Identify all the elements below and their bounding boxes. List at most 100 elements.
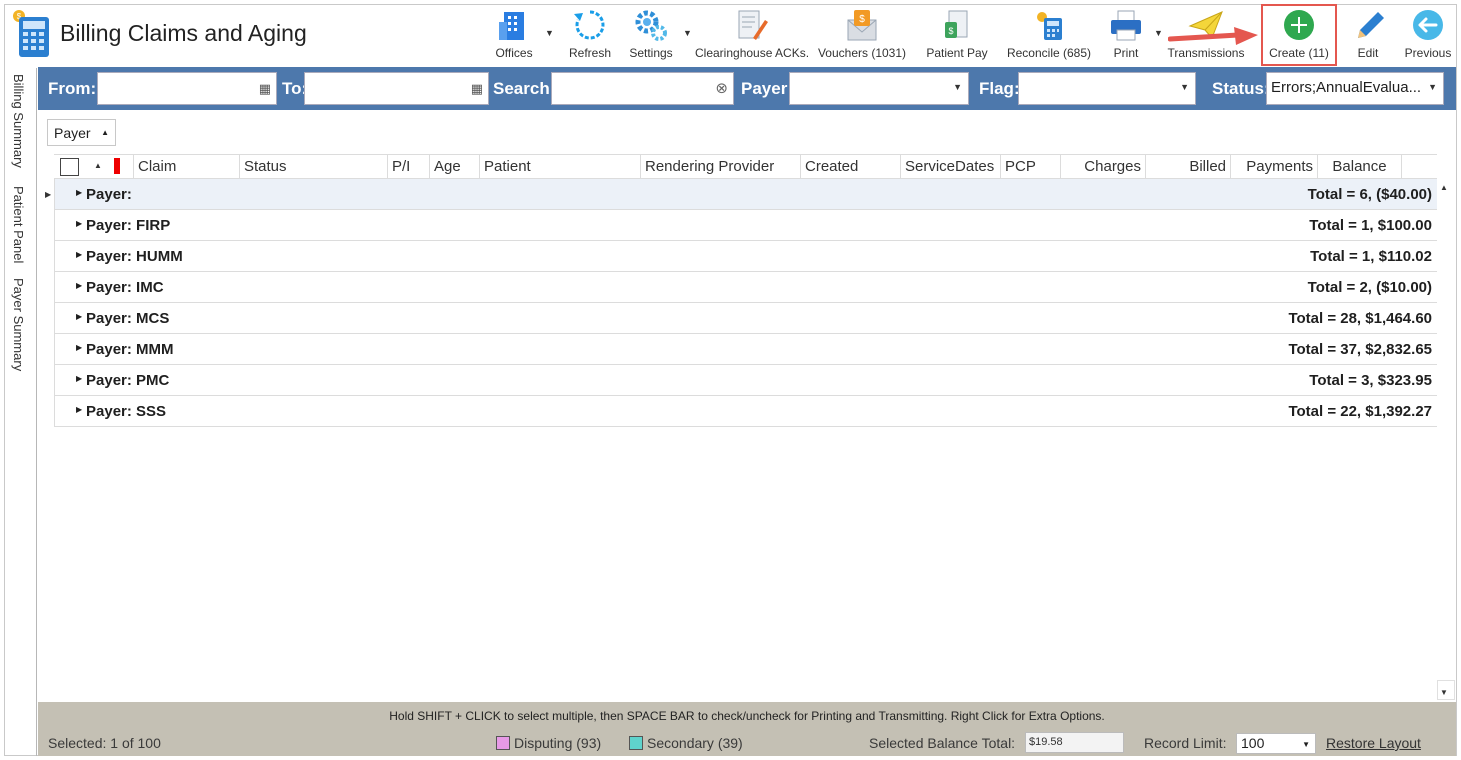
select-all-checkbox[interactable] xyxy=(60,158,79,176)
selected-balance-label: Selected Balance Total: xyxy=(869,735,1016,751)
tab-patient-panel[interactable]: Patient Panel xyxy=(11,186,26,263)
group-row[interactable]: ▶ Payer: MMM Total = 37, $2,832.65 xyxy=(55,334,1437,365)
flag-select[interactable]: ▼ xyxy=(1018,72,1196,105)
group-name: Payer: MCS xyxy=(86,310,170,327)
expand-icon[interactable]: ▶ xyxy=(76,312,82,321)
tab-billing-summary[interactable]: Billing Summary xyxy=(11,74,26,168)
flag-label: Flag: xyxy=(979,79,1020,98)
scroll-down-icon[interactable]: ▼ xyxy=(1440,688,1448,697)
column-age[interactable]: Age xyxy=(430,155,480,179)
expand-icon[interactable]: ▶ xyxy=(76,281,82,290)
group-total: Total = 2, ($10.00) xyxy=(1307,279,1432,296)
sort-ascending-icon: ▲ xyxy=(101,128,109,137)
chevron-down-icon: ▼ xyxy=(1428,82,1437,92)
group-row[interactable]: ▶ Payer: SSS Total = 22, $1,392.27 xyxy=(55,396,1437,427)
selection-hint: Hold SHIFT + CLICK to select multiple, t… xyxy=(389,709,1105,723)
record-limit-value: 100 xyxy=(1241,735,1265,751)
print-icon xyxy=(1111,10,1141,41)
group-total: Total = 1, $100.00 xyxy=(1309,217,1432,234)
sort-ascending-icon[interactable]: ▲ xyxy=(94,161,102,170)
from-date-input[interactable]: ▦ xyxy=(97,72,277,105)
restore-layout-link[interactable]: Restore Layout xyxy=(1326,735,1421,751)
print-button[interactable]: Print xyxy=(1104,5,1148,63)
print-label: Print xyxy=(1113,46,1139,60)
status-footer: Hold SHIFT + CLICK to select multiple, t… xyxy=(38,702,1456,756)
clearinghouse-acks-button[interactable]: Clearinghouse ACKs. xyxy=(695,5,809,63)
expand-icon[interactable]: ▶ xyxy=(76,343,82,352)
scroll-up-icon[interactable]: ▲ xyxy=(1440,183,1448,192)
record-limit-label: Record Limit: xyxy=(1144,735,1227,751)
group-row[interactable]: ▶ Payer: PMC Total = 3, $323.95 xyxy=(55,365,1437,396)
filter-bar: From: ▦ To: ▦ Search: ⊗ Payer: ▼ Flag: ▼… xyxy=(38,67,1456,110)
offices-dropdown-caret[interactable]: ▼ xyxy=(545,28,554,38)
calendar-icon[interactable]: ▦ xyxy=(471,81,483,97)
column-pcp[interactable]: PCP xyxy=(1001,155,1061,179)
tab-payer-summary[interactable]: Payer Summary xyxy=(11,278,26,371)
record-limit-select[interactable]: 100 ▼ xyxy=(1236,733,1316,754)
status-select[interactable]: Errors;AnnualEvalua... ▼ xyxy=(1266,72,1444,105)
expand-icon[interactable]: ▶ xyxy=(76,250,82,259)
current-row-indicator-icon: ▶ xyxy=(45,190,52,199)
previous-icon xyxy=(1413,10,1443,40)
column-payments[interactable]: Payments xyxy=(1231,155,1318,179)
group-by-payer-chip[interactable]: Payer ▲ xyxy=(47,119,116,146)
settings-dropdown-caret[interactable]: ▼ xyxy=(683,28,692,38)
expand-icon[interactable]: ▶ xyxy=(76,188,82,197)
group-row[interactable]: ▶ Payer: IMC Total = 2, ($10.00) xyxy=(55,272,1437,303)
group-name: Payer: FIRP xyxy=(86,217,171,234)
group-total: Total = 22, $1,392.27 xyxy=(1288,403,1432,420)
to-date-input[interactable]: ▦ xyxy=(304,72,489,105)
column-rendering-provider[interactable]: Rendering Provider xyxy=(641,155,801,179)
grid-header: ▲ Claim Status P/I Age Patient Rendering… xyxy=(54,154,1437,179)
calendar-icon[interactable]: ▦ xyxy=(259,81,271,97)
column-service-dates[interactable]: ServiceDates xyxy=(901,155,1001,179)
group-name: Payer: IMC xyxy=(86,279,164,296)
vouchers-button[interactable]: $ Vouchers (1031) xyxy=(816,5,908,63)
expand-icon[interactable]: ▶ xyxy=(76,219,82,228)
group-name: Payer: SSS xyxy=(86,403,167,420)
side-panel-tabs: Billing Summary Patient Panel Payer Summ… xyxy=(5,68,37,756)
patient-pay-icon: $ xyxy=(945,10,968,38)
column-created[interactable]: Created xyxy=(801,155,901,179)
group-total: Total = 3, $323.95 xyxy=(1309,372,1432,389)
group-row[interactable]: ▶ Payer: FIRP Total = 1, $100.00 xyxy=(55,210,1437,241)
from-label: From: xyxy=(48,79,97,98)
group-row[interactable]: ▶ Payer: Total = 6, ($40.00) xyxy=(55,179,1437,210)
expand-icon[interactable]: ▶ xyxy=(76,374,82,383)
offices-icon xyxy=(499,12,524,40)
payer-select[interactable]: ▼ xyxy=(789,72,969,105)
group-name: Payer: MMM xyxy=(86,341,174,358)
offices-button[interactable]: Offices xyxy=(488,5,540,63)
column-pi[interactable]: P/I xyxy=(388,155,430,179)
column-patient[interactable]: Patient xyxy=(480,155,641,179)
secondary-legend: Secondary (39) xyxy=(629,735,743,751)
previous-button[interactable]: Previous xyxy=(1400,5,1456,63)
patient-pay-label: Patient Pay xyxy=(926,46,988,60)
patient-pay-button[interactable]: $ Patient Pay xyxy=(922,5,992,63)
column-billed[interactable]: Billed xyxy=(1146,155,1231,179)
search-input[interactable]: ⊗ xyxy=(551,72,734,105)
reconcile-button[interactable]: Reconcile (685) xyxy=(1004,5,1094,63)
previous-label: Previous xyxy=(1404,46,1452,60)
print-dropdown-caret[interactable]: ▼ xyxy=(1154,28,1163,38)
offices-label: Offices xyxy=(495,46,533,60)
column-charges[interactable]: Charges xyxy=(1061,155,1146,179)
disputing-legend: Disputing (93) xyxy=(496,735,601,751)
vouchers-label: Vouchers (1031) xyxy=(817,46,907,60)
clear-icon[interactable]: ⊗ xyxy=(715,79,728,97)
expand-icon[interactable]: ▶ xyxy=(76,405,82,414)
column-balance[interactable]: Balance xyxy=(1318,155,1402,179)
column-claim[interactable]: Claim xyxy=(134,155,240,179)
group-total: Total = 6, ($40.00) xyxy=(1307,186,1432,203)
chevron-down-icon: ▼ xyxy=(953,82,962,92)
settings-button[interactable]: Settings xyxy=(625,5,677,63)
group-total: Total = 28, $1,464.60 xyxy=(1288,310,1432,327)
refresh-button[interactable]: Refresh xyxy=(566,5,614,63)
group-row[interactable]: ▶ Payer: MCS Total = 28, $1,464.60 xyxy=(55,303,1437,334)
chevron-down-icon: ▼ xyxy=(1302,740,1310,749)
payer-label: Payer: xyxy=(741,79,793,98)
svg-text:$: $ xyxy=(859,14,865,25)
edit-button[interactable]: Edit xyxy=(1345,5,1391,63)
column-status[interactable]: Status xyxy=(240,155,388,179)
group-row[interactable]: ▶ Payer: HUMM Total = 1, $110.02 xyxy=(55,241,1437,272)
